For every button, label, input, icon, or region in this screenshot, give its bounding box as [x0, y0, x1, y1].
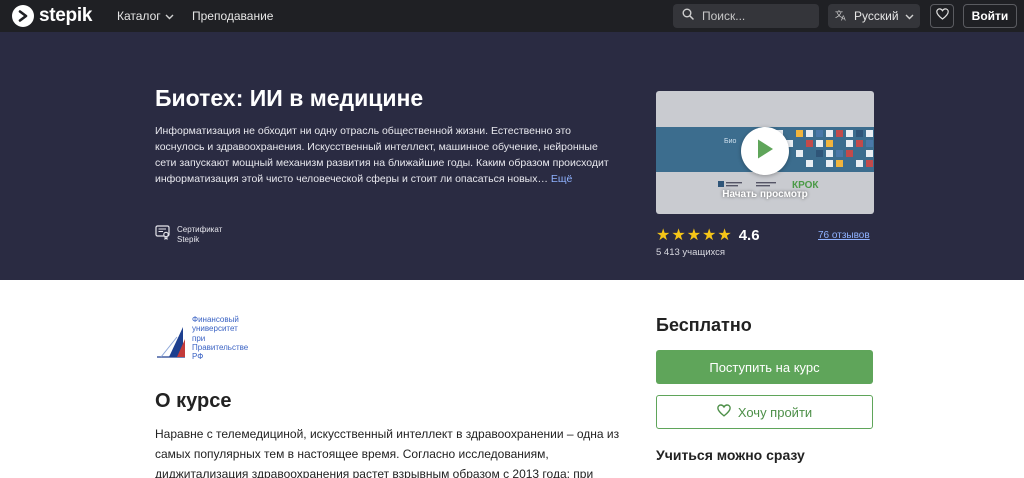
page: stepik Каталог Преподавание 文A Русский: [0, 0, 1024, 478]
star-icon: ★: [702, 226, 717, 244]
logo-text: stepik: [39, 5, 93, 26]
stepik-logo-icon: [12, 5, 34, 27]
certificate-badge: Сертификат Stepik: [155, 225, 222, 245]
course-hero: Биотех: ИИ в медицине Информатизация не …: [0, 32, 1024, 280]
nav-catalog-label: Каталог: [117, 9, 161, 23]
nav-teaching-label: Преподавание: [192, 9, 274, 23]
nav-teaching[interactable]: Преподавание: [192, 9, 273, 23]
chevron-down-icon: [165, 9, 174, 23]
language-label: Русский: [854, 9, 899, 23]
star-icon: ★: [656, 226, 671, 244]
enroll-button[interactable]: Поступить на курс: [656, 350, 873, 384]
rating-value: 4.6: [738, 227, 760, 244]
heart-icon: [935, 7, 949, 25]
course-description: Информатизация не обходит ни одну отрасл…: [155, 123, 617, 187]
certificate-icon: [155, 225, 171, 245]
search-input[interactable]: [702, 9, 802, 23]
organization-name-line: при: [192, 333, 206, 343]
promo-video[interactable]: Био КРОК Начать просмотр: [656, 91, 874, 214]
star-icon: ★: [717, 226, 732, 244]
play-icon: [755, 138, 775, 165]
star-icon: ★: [671, 226, 686, 244]
video-caption: Био: [724, 138, 737, 145]
start-preview-label: Начать просмотр: [722, 189, 808, 200]
wishlist-button[interactable]: [930, 4, 954, 28]
top-navigation: stepik Каталог Преподавание 文A Русский: [0, 0, 1024, 32]
svg-text:A: A: [841, 15, 846, 21]
course-description-text: Информатизация не обходит ни одну отрасл…: [155, 125, 609, 185]
reviews-link[interactable]: 76 отзывов: [818, 230, 870, 241]
nav-catalog[interactable]: Каталог: [117, 9, 174, 23]
organization-name: Финансовый университет при Правительстве…: [192, 315, 248, 361]
want-to-take-label: Хочу пройти: [737, 404, 813, 420]
heart-icon: [716, 404, 731, 420]
certificate-text: Сертификат Stepik: [177, 225, 222, 245]
about-text: Наравне с телемедициной, искусственный и…: [155, 427, 620, 478]
certificate-line2: Stepik: [177, 235, 200, 244]
more-link[interactable]: Ещё: [551, 173, 572, 185]
organization-name-line: Финансовый: [192, 315, 239, 324]
search-box[interactable]: [673, 4, 819, 28]
course-price: Бесплатно: [656, 315, 752, 335]
login-button[interactable]: Войти: [963, 4, 1017, 28]
play-button[interactable]: [741, 127, 789, 175]
start-now-label: Учиться можно сразу: [656, 447, 805, 463]
organization-name-line: Правительстве: [192, 342, 249, 352]
want-to-take-button[interactable]: Хочу пройти: [656, 395, 873, 429]
about-title: О курсе: [155, 390, 232, 412]
language-selector[interactable]: 文A Русский: [828, 4, 920, 28]
organization-logo[interactable]: Финансовый университет при Правительстве…: [155, 315, 265, 365]
stepik-logo[interactable]: stepik: [12, 5, 92, 27]
certificate-line1: Сертификат: [177, 225, 223, 234]
organization-name-line: университет: [192, 324, 238, 334]
translate-icon: 文A: [835, 9, 848, 24]
star-icon: ★: [686, 226, 702, 244]
organization-name-line: РФ: [192, 352, 204, 362]
search-icon: [682, 7, 694, 25]
course-title: Биотех: ИИ в медицине: [155, 85, 424, 111]
learners-count: 5 413 учащихся: [656, 247, 726, 258]
chevron-down-icon: [905, 9, 914, 23]
course-rating: ★ ★ ★ ★ ★ 4.6: [656, 227, 760, 244]
university-emblem-icon: [157, 327, 185, 358]
